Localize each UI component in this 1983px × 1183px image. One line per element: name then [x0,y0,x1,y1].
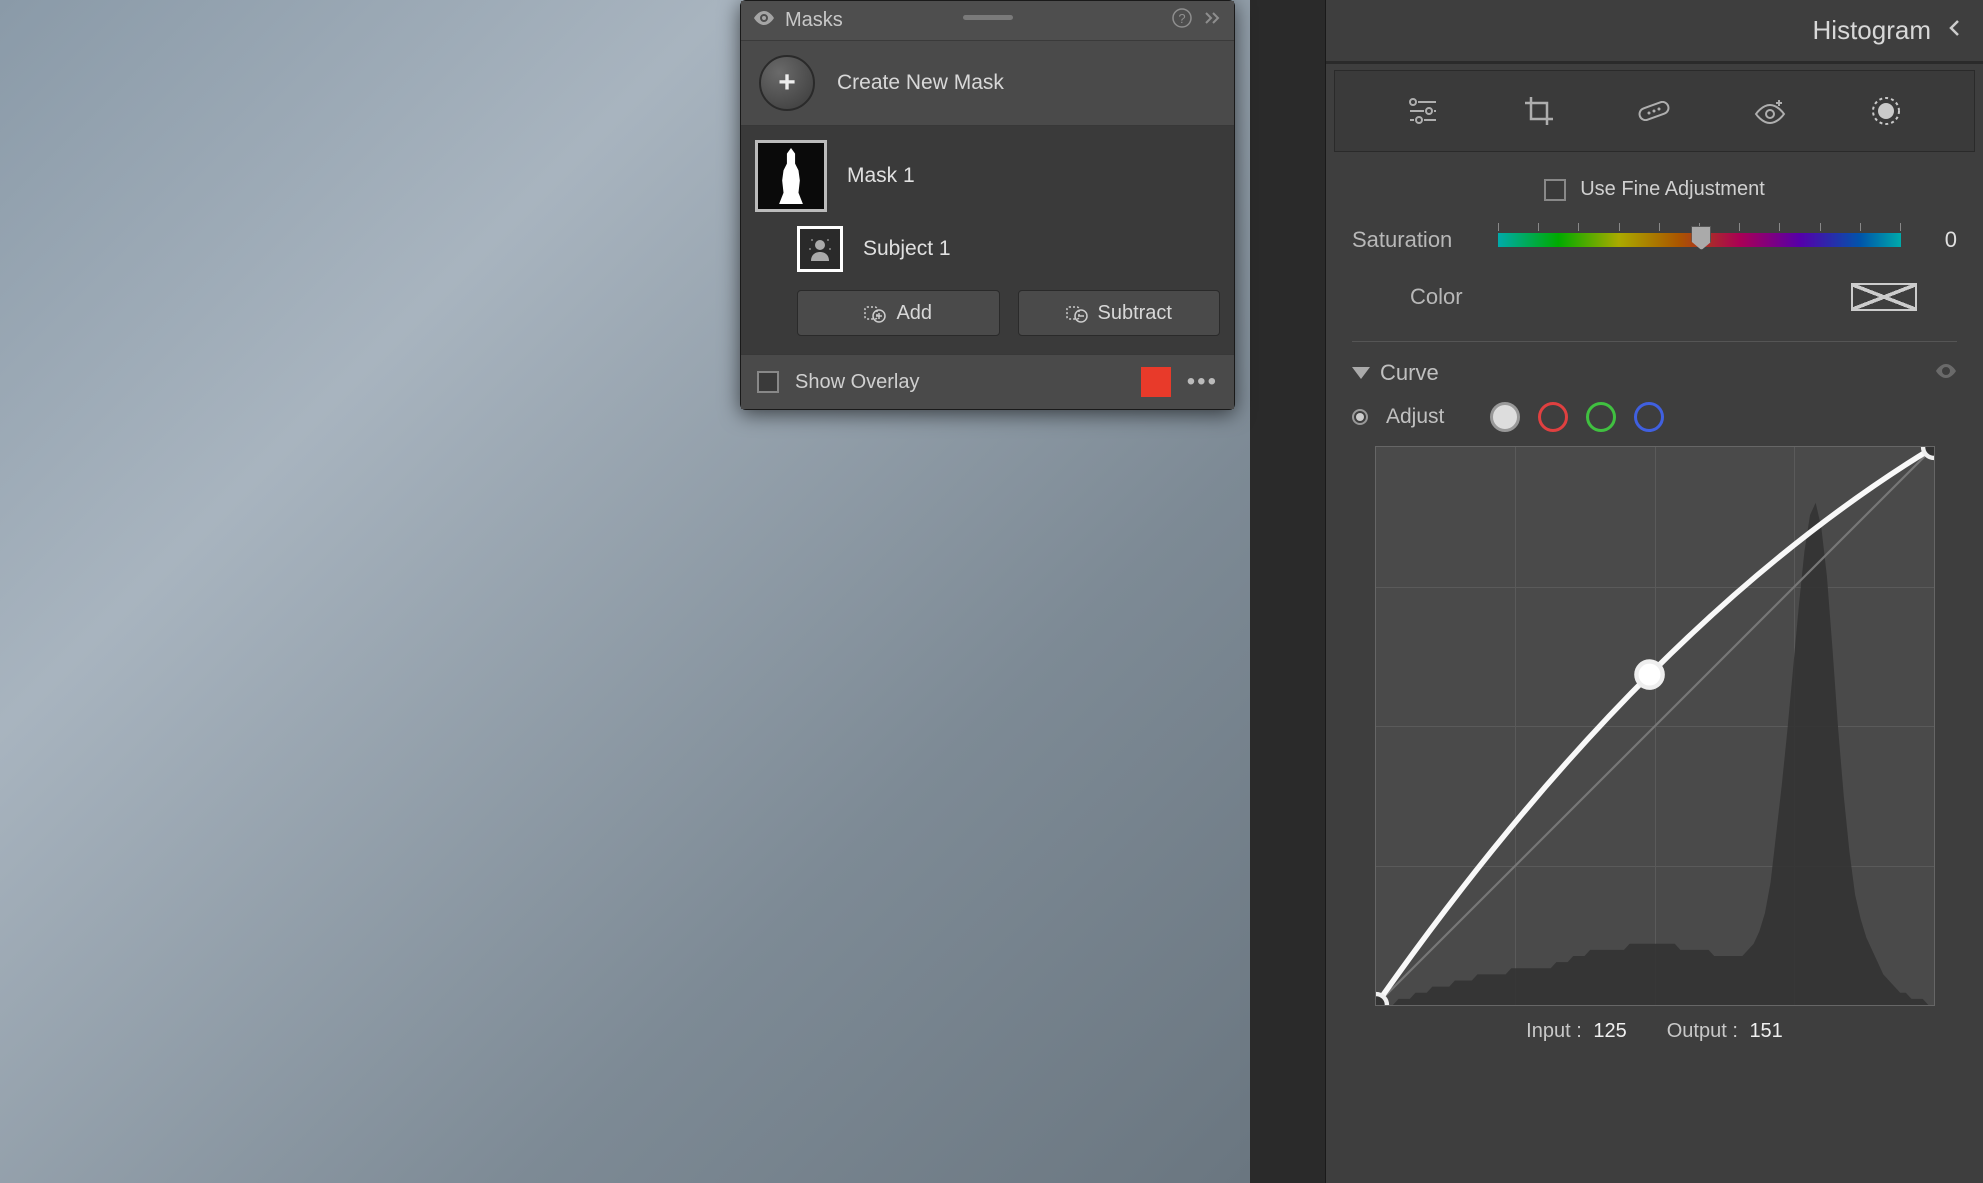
create-mask-label: Create New Mask [837,71,1004,95]
saturation-label: Saturation [1352,227,1482,253]
right-panel: Histogram Use Fine Adjustment Saturation… [1325,0,1983,1183]
color-swatch[interactable] [1851,283,1917,311]
healing-tool-icon[interactable] [1632,89,1676,133]
fine-adjustment-label: Use Fine Adjustment [1580,178,1765,201]
adjust-row: Adjust [1352,402,1957,432]
add-button[interactable]: Add [797,290,1000,336]
subtract-label: Subtract [1098,302,1172,325]
edit-tool-icon[interactable] [1401,89,1445,133]
collapse-left-icon[interactable] [1947,19,1961,42]
curve-section: Curve Adjust [1352,341,1957,1043]
saturation-slider[interactable] [1498,233,1901,247]
add-icon [864,303,886,323]
slider-thumb[interactable] [1691,226,1711,250]
input-label: Input : [1526,1020,1582,1042]
masks-list: Mask 1 Subject 1 Add Subtract [741,126,1234,354]
redeye-tool-icon[interactable] [1748,89,1792,133]
curve-title: Curve [1380,360,1439,386]
masks-panel-header[interactable]: Masks ? [741,1,1234,41]
fine-adjustment-row: Use Fine Adjustment [1352,178,1957,201]
disclosure-triangle-icon[interactable] [1352,367,1370,379]
drag-handle[interactable] [963,15,1013,20]
channel-green[interactable] [1586,402,1616,432]
mask-item[interactable]: Mask 1 [755,140,1220,212]
create-mask-button[interactable]: + [759,55,815,111]
curve-readout: Input : 125 Output : 151 [1352,1020,1957,1043]
help-icon[interactable]: ? [1172,8,1192,33]
overlay-color-swatch[interactable] [1141,367,1171,397]
masks-panel: Masks ? + Create New Mask Mask 1 Subject… [740,0,1235,410]
masks-footer: Show Overlay ••• [741,354,1234,409]
channel-luminance[interactable] [1490,402,1520,432]
toolstrip [1334,70,1975,152]
eye-icon[interactable] [753,11,775,30]
create-mask-row[interactable]: + Create New Mask [741,41,1234,126]
output-value: 151 [1749,1020,1782,1042]
mask-name: Mask 1 [847,164,915,188]
show-overlay-label: Show Overlay [795,371,920,394]
histogram-header[interactable]: Histogram [1326,0,1983,64]
curve-line[interactable] [1376,447,1934,1005]
channel-blue[interactable] [1634,402,1664,432]
mask-component[interactable]: Subject 1 [797,226,1220,272]
saturation-value[interactable]: 0 [1917,227,1957,253]
more-icon[interactable]: ••• [1187,368,1218,396]
silhouette-icon [774,148,808,204]
subject-name: Subject 1 [863,237,951,261]
subtract-icon [1066,303,1088,323]
fine-adjustment-checkbox[interactable] [1544,179,1566,201]
output-label: Output : [1667,1020,1738,1042]
adjustments-body: Use Fine Adjustment Saturation 0 Color C… [1326,158,1983,1063]
svg-text:?: ? [1178,11,1185,26]
saturation-row: Saturation 0 [1352,227,1957,253]
masks-title: Masks [785,9,843,32]
curve-header[interactable]: Curve [1352,360,1957,386]
subtract-button[interactable]: Subtract [1018,290,1221,336]
adjust-radio[interactable] [1352,409,1368,425]
color-label: Color [1410,284,1463,310]
masking-tool-icon[interactable] [1864,89,1908,133]
add-label: Add [896,302,932,325]
curve-editor[interactable] [1375,446,1935,1006]
show-overlay-checkbox[interactable] [757,371,779,393]
color-row: Color [1352,283,1957,311]
input-value: 125 [1593,1020,1626,1042]
histogram-title: Histogram [1813,15,1931,46]
subject-thumbnail[interactable] [797,226,843,272]
channel-red[interactable] [1538,402,1568,432]
mask-actions: Add Subtract [797,290,1220,336]
collapse-icon[interactable] [1204,11,1222,30]
adjust-label: Adjust [1386,405,1444,429]
mask-thumbnail[interactable] [755,140,827,212]
eye-icon[interactable] [1935,364,1957,383]
crop-tool-icon[interactable] [1517,89,1561,133]
